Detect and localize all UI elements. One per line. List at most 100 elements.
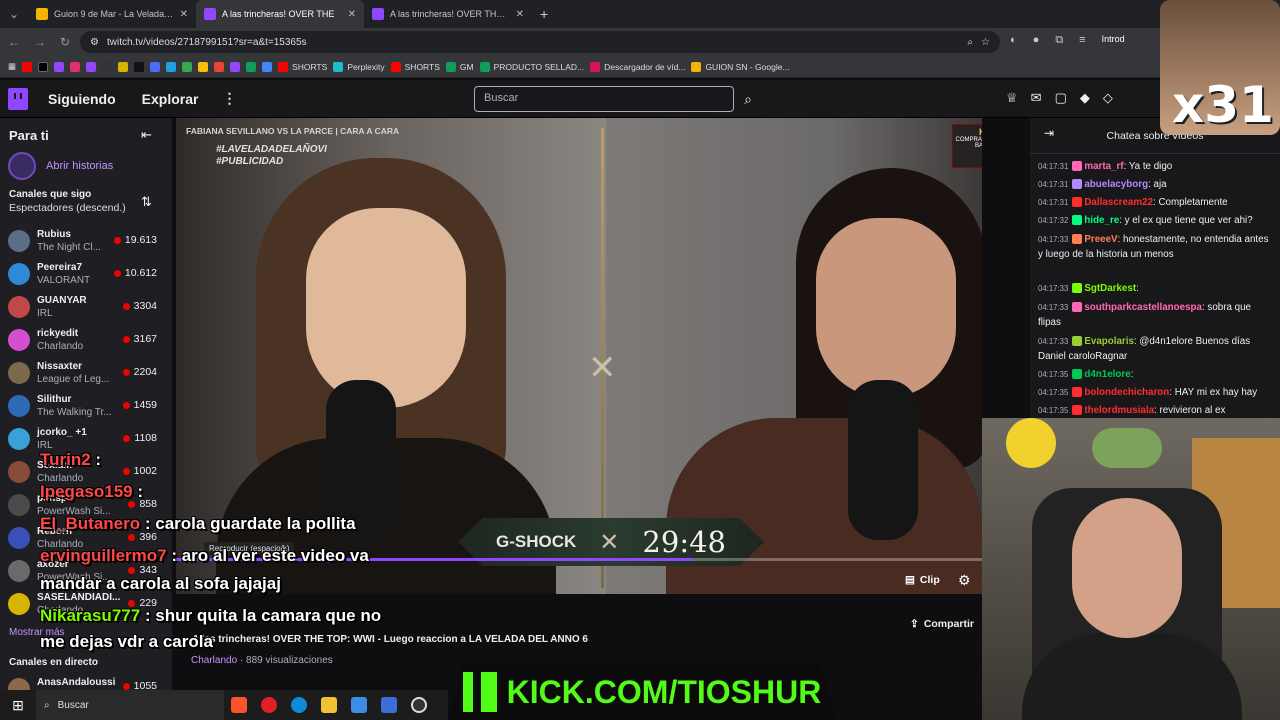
chat-username[interactable]: Dallascream22 [1084,197,1153,208]
followed-channel-item[interactable]: Peereira7 VALORANT 10.612 [8,260,160,292]
browser-tab[interactable]: A las trincheras! OVER THE ✕ [196,0,364,28]
chat-username[interactable]: PreeeV [1084,234,1117,245]
followed-channel-item[interactable]: Silithur The Walking Tr... 1459 [8,392,160,424]
media-icon[interactable]: ≡ [1079,34,1085,47]
extension-icon-2[interactable]: ● [1033,34,1040,47]
share-button[interactable]: ⇪ Compartir [910,618,974,630]
chat-badge-icon [1072,234,1083,245]
browser-tab[interactable]: Guion 9 de Mar - La Velada - P ✕ [28,0,196,28]
chat-message: 04:17:31 abuelacyborg: aja [1038,179,1167,190]
site-info-icon[interactable]: ⚙ [90,37,99,48]
search-input[interactable]: Buscar [474,86,734,112]
forward-icon[interactable]: → [34,35,46,49]
whispers-icon[interactable]: ▢ [1055,90,1067,106]
bookmark-icon-x[interactable] [38,61,49,72]
chat-username[interactable]: marta_rf [1084,161,1123,172]
nav-more-icon[interactable]: ⋮ [222,90,236,107]
store-icon[interactable] [344,690,374,720]
chat-username[interactable]: abuelacyborg [1084,179,1148,190]
chat-username[interactable]: Evapolaris [1084,336,1134,347]
bookmark-icon-e[interactable] [150,61,161,72]
chat-username[interactable]: SgtDarkest [1084,283,1136,294]
bookmark-icon-instagram[interactable] [70,61,81,72]
new-tab-button[interactable]: + [540,6,548,22]
bookmark-icon-b[interactable] [102,61,113,72]
chat-username[interactable]: hide_re [1084,215,1119,226]
twitch-logo-icon[interactable] [8,87,28,110]
sponsor-logo: K&GCOMPRA JUEGOS MÁS BARATOS [952,124,982,168]
hashtags: #LAVELADADELAÑOVI #PUBLICIDAD [216,144,327,167]
bookmark-icon-j[interactable] [230,61,241,72]
bookmark-perplexity[interactable]: Perplexity [333,61,385,72]
bookmark-shorts[interactable]: SHORTS [278,61,327,72]
nav-following[interactable]: Siguiendo [48,91,116,107]
search-icon[interactable]: ⌕ [736,86,760,112]
chat-badge-icon [1072,302,1083,313]
chat-badge-icon [1072,405,1083,416]
profile-button[interactable]: Introd [1102,34,1125,47]
close-tab-icon[interactable]: ✕ [516,9,524,20]
bookmark-icon-h[interactable] [198,61,209,72]
followed-channel-item[interactable]: rickyedit Charlando 3167 [8,326,160,358]
settings-gear-icon[interactable]: ⚙ [958,572,971,589]
inbox-icon[interactable]: ✉ [1031,90,1042,106]
bookmark-icon-youtube[interactable] [22,61,33,72]
taskbar-search[interactable]: ⌕ Buscar [36,690,224,720]
chat-username[interactable]: bolondechicharon [1084,387,1169,398]
bookmark-gm[interactable]: GM [445,61,474,72]
collapse-sidebar-icon[interactable]: ⇤ [141,127,152,143]
puzzle-icon[interactable]: ⧉ [1055,34,1063,47]
bookmark-icon-i[interactable] [214,61,225,72]
bookmark-producto[interactable]: PRODUCTO SELLAD... [479,61,584,72]
bookmark-shorts-2[interactable]: SHORTS [390,61,440,72]
prime-icon[interactable]: ♕ [1006,90,1018,106]
apps-icon[interactable]: ▦ [8,61,16,72]
bookmark-icon-g[interactable] [182,61,193,72]
tab-title: Guion 9 de Mar - La Velada - P [54,9,174,19]
windows-start-icon[interactable]: ⊞ [0,690,36,720]
close-tab-icon[interactable]: ✕ [180,9,188,20]
followed-channel-item[interactable]: Nissaxter League of Leg... 2204 [8,359,160,391]
reload-icon[interactable]: ↻ [60,35,70,49]
opera-icon[interactable] [254,690,284,720]
chat-username[interactable]: d4n1elore [1084,369,1130,380]
brave-icon[interactable] [224,690,254,720]
chat-username[interactable]: thelordmusiala [1084,405,1154,416]
chat-username[interactable]: southparkcastellanoespa [1084,302,1202,313]
tab-search-icon[interactable]: ⌄ [0,7,28,21]
followed-channel-item[interactable]: GUANYAR IRL 3304 [8,293,160,325]
bookmark-icon-c[interactable] [118,61,129,72]
bookmark-icon-l[interactable] [262,61,273,72]
clip-button[interactable]: ▤ Clip [905,574,940,586]
bookmark-icon-k[interactable] [246,61,257,72]
edge-icon[interactable] [284,690,314,720]
browser-tab[interactable]: A las trincheras! OVER THE TOP ✕ [364,0,532,28]
bookmark-icon-f[interactable] [166,61,177,72]
bookmark-icon-a[interactable] [86,61,97,72]
bits-icon[interactable]: ◆ [1080,90,1090,106]
zoom-icon[interactable]: ⌕ [967,37,973,48]
followed-channel-item[interactable]: Rubius The Night Cl... 19.613 [8,227,160,259]
chat-text: Completamente [1158,197,1228,208]
back-icon[interactable]: ← [8,35,20,49]
nav-browse[interactable]: Explorar [142,91,199,107]
channel-category: IRL [37,308,53,319]
crown-icon[interactable]: ◇ [1103,90,1113,106]
obs-icon[interactable] [404,690,434,720]
close-tab-icon[interactable]: ✕ [348,9,356,20]
bookmark-icon-twitch[interactable] [54,61,65,72]
expand-chat-icon[interactable]: ⇥ [1044,126,1054,140]
app-icon[interactable] [374,690,404,720]
address-bar[interactable]: ⚙ twitch.tv/videos/2718799151?sr=a&t=153… [80,31,1000,53]
open-stories-button[interactable]: Abrir historias [8,152,113,180]
sort-icon[interactable]: ⇅ [141,194,152,210]
bookmark-descargador[interactable]: Descargador de víd... [590,61,685,72]
bookmark-icon-d[interactable] [134,61,145,72]
extension-icon[interactable]: ◐ [1010,34,1017,47]
bookmark-guion[interactable]: GUION SN - Google... [691,61,790,72]
bookmark-star-icon[interactable]: ☆ [981,37,990,48]
channel-category: The Walking Tr... [37,407,112,418]
explorer-icon[interactable] [314,690,344,720]
chat-badge-icon [1072,387,1083,398]
chat-text: y el ex que tiene que ver ahi? [1124,215,1253,226]
